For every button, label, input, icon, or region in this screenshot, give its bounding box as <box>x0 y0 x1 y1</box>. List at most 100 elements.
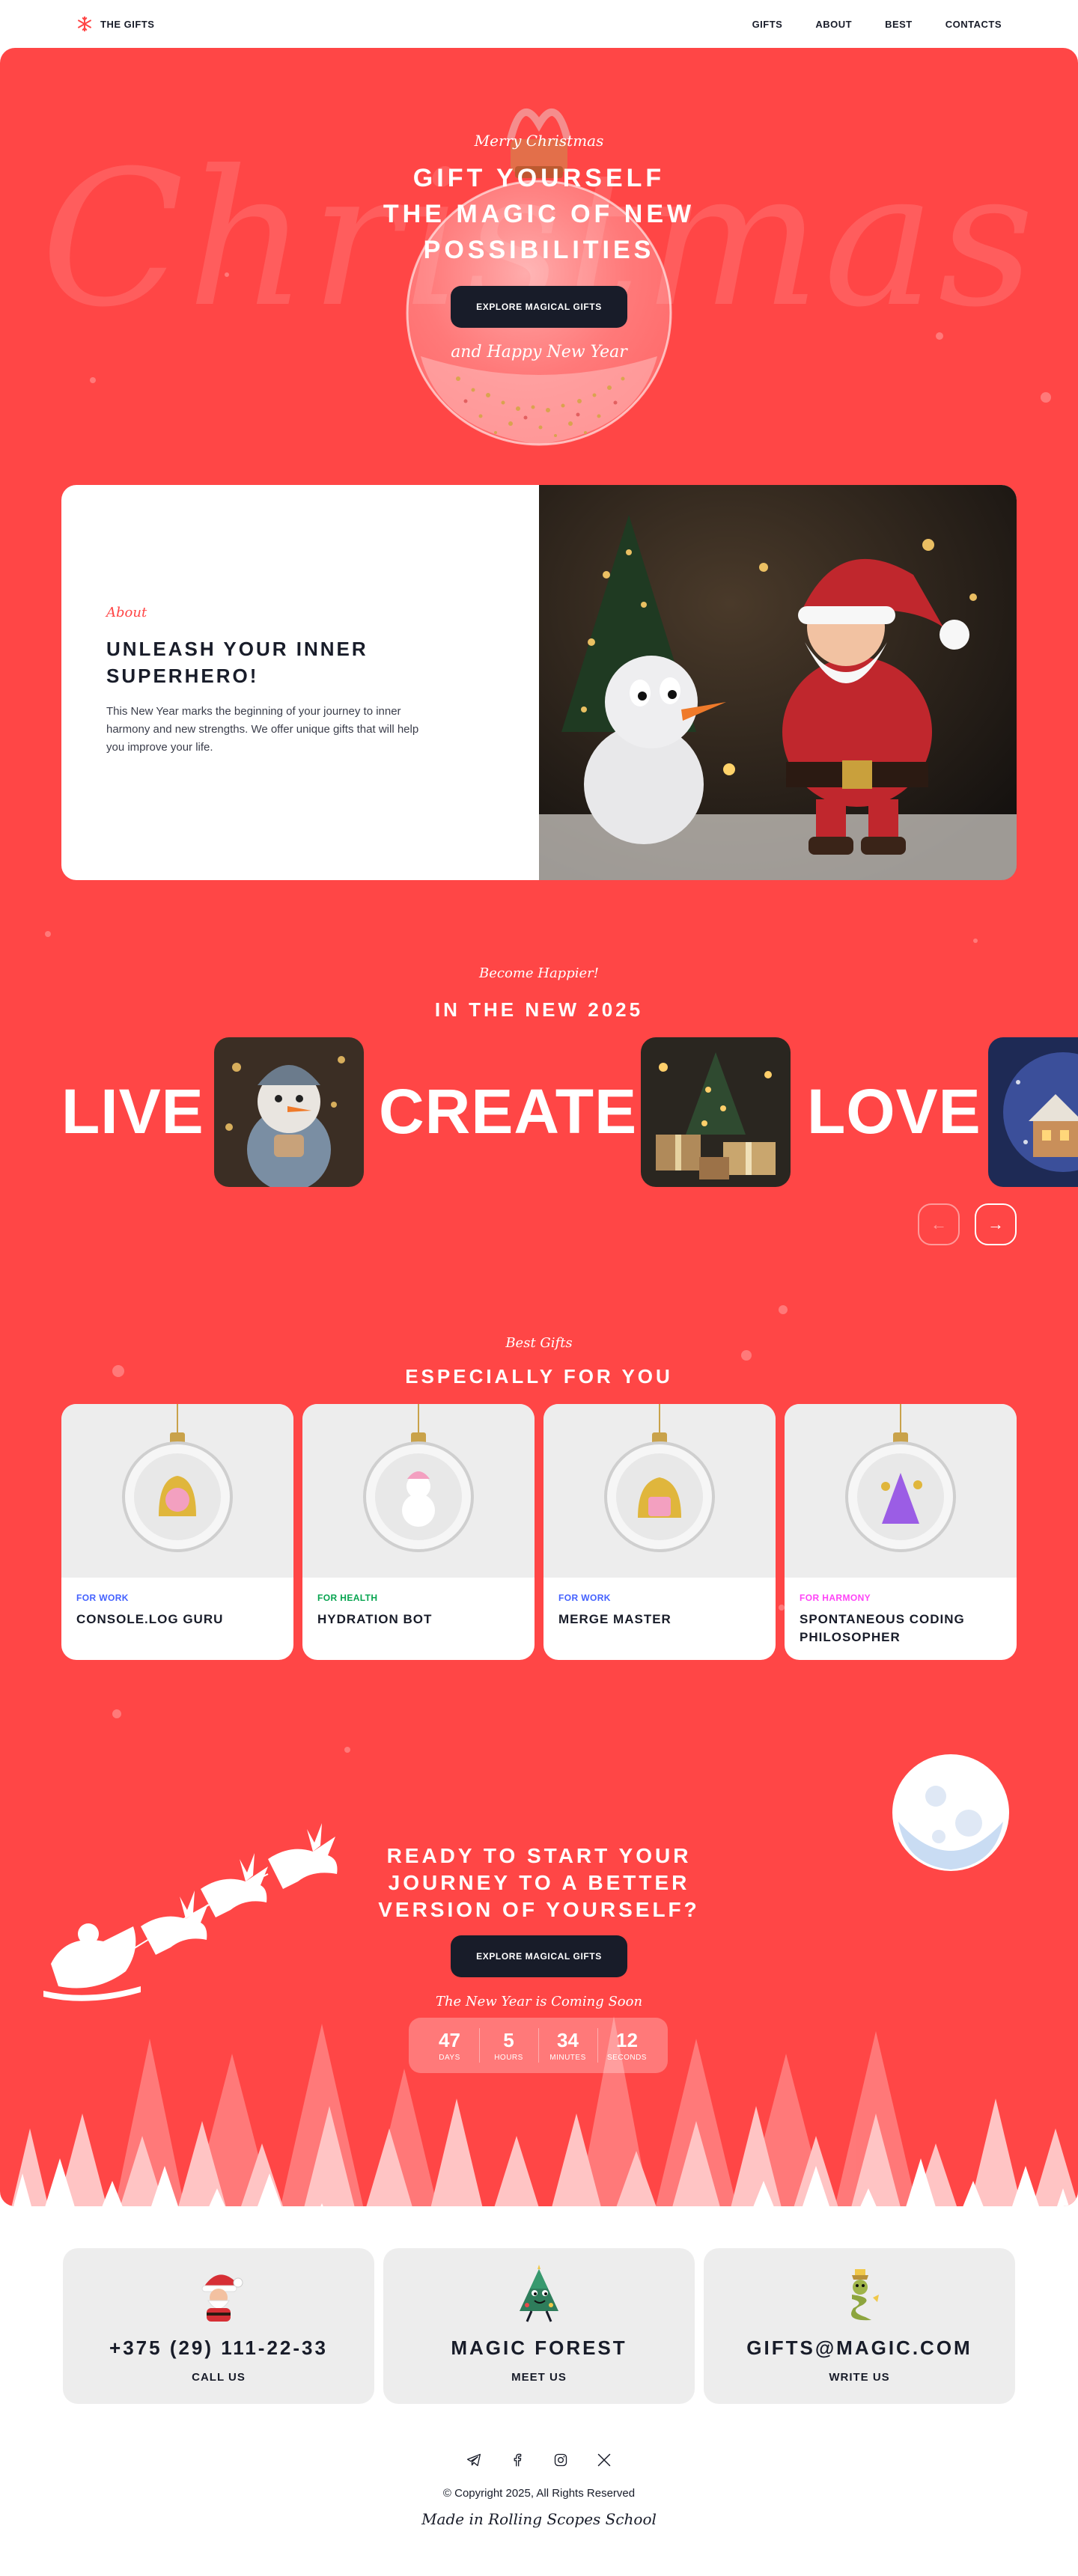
logo-text: THE GIFTS <box>100 18 155 30</box>
copyright-text: © Copyright 2025, All Rights Reserved <box>442 2487 636 2500</box>
snowman-slide-image <box>214 1037 364 1187</box>
gifts-title: ESPECIALLY FOR YOU <box>405 1365 673 1388</box>
snow-dot <box>973 938 978 943</box>
countdown-timer: 47 DAYS 5 HOURS 34 MINUTES 12 SECONDS <box>409 2018 668 2073</box>
gift-name: HYDRATION BOT <box>317 1612 433 1626</box>
cta-title-line: JOURNEY TO A BETTER <box>388 1871 690 1894</box>
nav-item-gifts[interactable]: GIFTS <box>752 19 783 30</box>
social-links <box>464 2450 614 2470</box>
arrow-left-icon: ← <box>931 1215 947 1233</box>
slide-word-live: LIVE <box>61 1076 204 1147</box>
countdown-value: 47 <box>439 2029 460 2051</box>
gift-image-area <box>785 1404 1017 1578</box>
cta-title: READY TO START YOUR JOURNEY TO A BETTER … <box>0 1843 1078 1923</box>
contact-card-location[interactable]: MAGIC FOREST MEET US <box>383 2248 695 2404</box>
snow-dot <box>112 1709 121 1718</box>
hero-title-line: POSSIBILITIES <box>423 236 655 264</box>
hero-script-bottom: and Happy New Year <box>451 343 627 361</box>
contact-card-email[interactable]: GIFTS@MAGIC.COM WRITE US <box>704 2248 1015 2404</box>
about-title-line: SUPERHERO! <box>106 665 259 687</box>
contact-location: MAGIC FOREST <box>451 2337 627 2359</box>
countdown-hours: 5 HOURS <box>480 2029 538 2062</box>
nav-item-about[interactable]: ABOUT <box>815 19 852 30</box>
snow-dot <box>1041 392 1051 403</box>
contact-label: WRITE US <box>829 2371 890 2384</box>
countdown-value: 12 <box>616 2029 638 2051</box>
gift-category: FOR WORK <box>76 1593 129 1603</box>
gift-ball-image <box>604 1404 715 1552</box>
contact-email: GIFTS@MAGIC.COM <box>746 2337 972 2359</box>
gift-card[interactable]: FOR WORK CONSOLE.LOG GURU <box>61 1404 293 1660</box>
countdown-label: SECONDS <box>607 2054 647 2062</box>
gift-ball-image <box>122 1404 233 1552</box>
hero-title-line: GIFT YOURSELF <box>412 164 666 192</box>
gifts-tree-slide-image <box>641 1037 791 1187</box>
hero-title-line: THE MAGIC OF NEW <box>383 200 695 228</box>
about-description: This New Year marks the beginning of you… <box>106 705 419 754</box>
arrow-right-icon: → <box>987 1215 1004 1233</box>
slider-next-button[interactable]: → <box>975 1203 1017 1245</box>
snake-icon <box>851 2269 879 2321</box>
christmas-tree-icon <box>520 2265 558 2322</box>
telegram-icon[interactable] <box>464 2450 484 2470</box>
countdown-days: 47 DAYS <box>421 2029 479 2062</box>
gift-card[interactable]: FOR HEALTH HYDRATION BOT <box>302 1404 535 1660</box>
x-icon[interactable] <box>594 2450 614 2470</box>
hero-script-top: Merry Christmas <box>474 132 604 150</box>
snow-dot <box>344 1747 350 1753</box>
santa-snowman-image <box>539 485 1017 880</box>
cta-script: The New Year is Coming Soon <box>435 1994 643 2009</box>
explore-gifts-button[interactable]: EXPLORE MAGICAL GIFTS <box>451 286 627 328</box>
slider-title: IN THE NEW 2025 <box>434 998 644 1021</box>
gift-card[interactable]: FOR WORK MERGE MASTER <box>543 1404 776 1660</box>
santa-icon <box>201 2274 243 2322</box>
snow-dot <box>45 931 51 937</box>
countdown-minutes: 34 MINUTES <box>539 2029 597 2062</box>
slide-word-love: LOVE <box>807 1076 981 1147</box>
contact-label: MEET US <box>511 2371 567 2384</box>
site-header: THE GIFTS GIFTS ABOUT BEST CONTACTS <box>0 0 1078 48</box>
gift-name: MERGE MASTER <box>558 1612 672 1626</box>
gift-card[interactable]: FOR HARMONY SPONTANEOUS CODING PHILOSOPH… <box>785 1404 1017 1660</box>
gift-name: SPONTANEOUS CODING PHILOSOPHER <box>800 1612 965 1644</box>
countdown-label: MINUTES <box>549 2054 586 2062</box>
snow-dot <box>779 1605 785 1611</box>
gift-category: FOR WORK <box>558 1593 611 1603</box>
snow-dot <box>779 1305 788 1314</box>
gift-image-area <box>61 1404 293 1578</box>
slide-word-create: CREATE <box>379 1076 638 1147</box>
countdown-value: 34 <box>557 2029 579 2051</box>
gift-category: FOR HEALTH <box>317 1593 378 1603</box>
cta-title-line: VERSION OF YOURSELF? <box>378 1898 700 1921</box>
gifts-script: Best Gifts <box>505 1335 573 1351</box>
gift-info: FOR WORK CONSOLE.LOG GURU <box>61 1578 293 1643</box>
gift-category: FOR HARMONY <box>800 1593 871 1603</box>
hero-title: GIFT YOURSELF THE MAGIC OF NEW POSSIBILI… <box>0 160 1078 268</box>
gift-info: FOR HEALTH HYDRATION BOT <box>302 1578 535 1643</box>
explore-gifts-button[interactable]: EXPLORE MAGICAL GIFTS <box>451 1935 627 1977</box>
contact-card-phone[interactable]: +375 (29) 111-22-33 CALL US <box>63 2248 374 2404</box>
countdown-value: 5 <box>503 2029 514 2051</box>
facebook-icon[interactable] <box>508 2450 527 2470</box>
nav-item-contacts[interactable]: CONTACTS <box>945 19 1002 30</box>
gift-ball-image <box>845 1404 956 1552</box>
logo[interactable]: THE GIFTS <box>76 16 154 32</box>
hero-content: Merry Christmas GIFT YOURSELF THE MAGIC … <box>0 132 1078 361</box>
made-in-link[interactable]: Made in Rolling Scopes School <box>0 2510 1078 2528</box>
about-title: UNLEASH YOUR INNER SUPERHERO! <box>106 635 428 689</box>
about-title-line: UNLEASH YOUR INNER <box>106 638 368 660</box>
slider-prev-button[interactable]: ← <box>918 1203 960 1245</box>
snow-dot <box>741 1350 752 1361</box>
countdown-seconds: 12 SECONDS <box>598 2029 657 2062</box>
gift-image-area <box>543 1404 776 1578</box>
slider-track[interactable]: LIVE CREATE LOVE <box>0 1037 1078 1190</box>
snow-dot <box>90 377 96 383</box>
about-card: About UNLEASH YOUR INNER SUPERHERO! This… <box>61 485 1017 880</box>
contact-phone: +375 (29) 111-22-33 <box>109 2337 328 2359</box>
about-script: About <box>106 605 147 620</box>
instagram-icon[interactable] <box>551 2450 570 2470</box>
main-nav: GIFTS ABOUT BEST CONTACTS <box>752 19 1002 30</box>
countdown-label: HOURS <box>494 2054 523 2062</box>
nav-item-best[interactable]: BEST <box>885 19 913 30</box>
gift-info: FOR WORK MERGE MASTER <box>543 1578 776 1643</box>
